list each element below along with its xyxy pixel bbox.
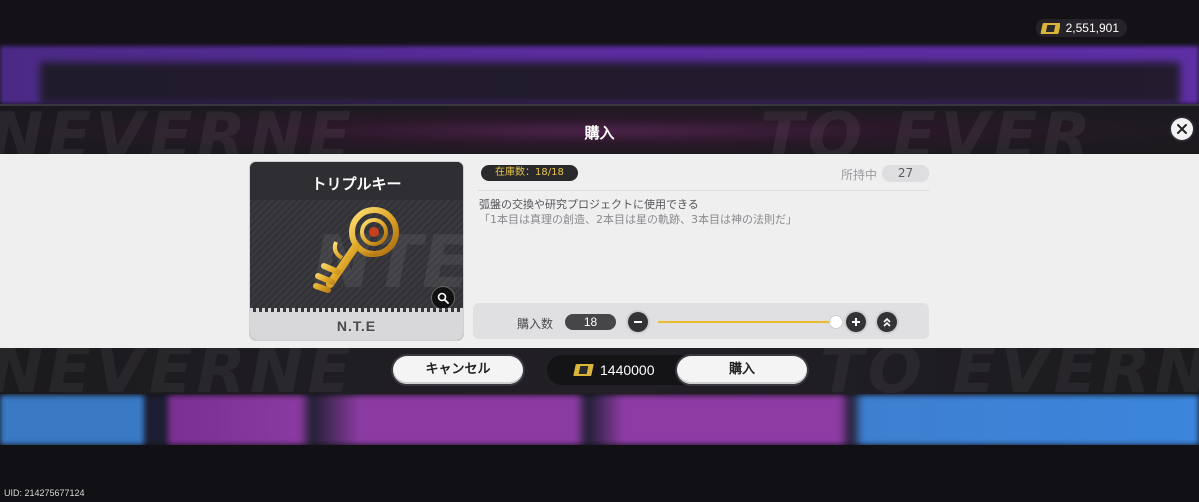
stock-badge: 在庫数：18/18 [481,165,578,181]
buy-button[interactable]: 購入 [677,356,807,384]
quantity-value[interactable]: 18 [565,314,616,330]
close-icon [1177,124,1187,134]
modal-title: 購入 [584,124,615,142]
zoom-button[interactable] [431,286,455,310]
quantity-label: 購入数 [517,317,554,331]
max-quantity-button[interactable] [877,312,897,332]
owned-label: 所持中 [841,168,878,182]
double-chevron-up-icon [883,317,891,327]
item-flavor-text: 「1本目は真理の創造、2本目は星の軌跡、3本目は神の法則だ」 [479,213,797,226]
plus-icon [852,318,860,326]
modal-header: NEVERNE TO EVER 購入 [0,104,1199,156]
currency-display: 2,551,901 [1035,19,1127,37]
uid-label: UID: 214275677124 [4,488,85,498]
item-description: 弧盤の交換や研究プロジェクトに使用できる [479,198,699,211]
decrease-button[interactable] [628,312,648,332]
item-card: トリプルキー NTE N.T.E [250,162,463,340]
owned-value: 27 [882,165,929,182]
quantity-slider-track[interactable] [658,321,837,323]
divider [478,190,929,191]
close-button[interactable] [1171,118,1193,140]
item-brand-bar: N.T.E [250,308,463,340]
golden-key-icon [313,207,399,293]
price-display: 1440000 [572,362,655,378]
currency-amount: 2,551,901 [1065,21,1119,35]
quantity-slider-handle[interactable] [830,316,842,328]
item-brand: N.T.E [336,318,377,334]
price-value: 1440000 [600,362,655,378]
item-name: トリプルキー [311,175,402,193]
magnifier-icon [437,292,449,304]
minus-icon [634,321,642,323]
cancel-button[interactable]: キャンセル [393,356,523,384]
increase-button[interactable] [846,312,866,332]
ticket-icon [573,364,594,376]
ticket-icon [1040,22,1060,34]
